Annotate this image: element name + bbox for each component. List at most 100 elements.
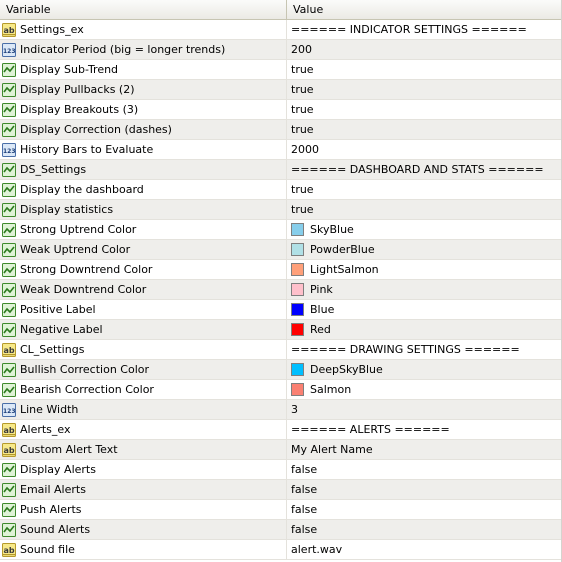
value-cell[interactable]: 3 bbox=[287, 400, 561, 419]
value-column-header[interactable]: Value bbox=[287, 0, 561, 19]
color-type-icon bbox=[2, 302, 16, 317]
value-cell[interactable]: true bbox=[287, 200, 561, 219]
value-cell[interactable]: ====== ALERTS ====== bbox=[287, 420, 561, 439]
input-row[interactable]: ab Custom Alert Text My Alert Name bbox=[0, 440, 561, 460]
variable-value[interactable]: Red bbox=[310, 323, 331, 336]
variable-value[interactable]: Pink bbox=[310, 283, 333, 296]
color-swatch[interactable] bbox=[291, 263, 304, 276]
value-cell[interactable]: LightSalmon bbox=[287, 260, 561, 279]
variable-value[interactable]: true bbox=[291, 63, 314, 76]
input-row[interactable]: Display Breakouts (3) true bbox=[0, 100, 561, 120]
variable-value[interactable]: 2000 bbox=[291, 143, 319, 156]
variable-value[interactable]: alert.wav bbox=[291, 543, 342, 556]
input-row[interactable]: 123 Indicator Period (big = longer trends… bbox=[0, 40, 561, 60]
input-row[interactable]: Email Alerts false bbox=[0, 480, 561, 500]
input-row[interactable]: ab Settings_ex ====== INDICATOR SETTINGS =… bbox=[0, 20, 561, 40]
value-cell[interactable]: false bbox=[287, 460, 561, 479]
input-row[interactable]: Display Correction (dashes) true bbox=[0, 120, 561, 140]
value-cell[interactable]: ====== DRAWING SETTINGS ====== bbox=[287, 340, 561, 359]
input-row[interactable]: Display the dashboard true bbox=[0, 180, 561, 200]
value-cell[interactable]: true bbox=[287, 120, 561, 139]
variable-value[interactable]: ====== DASHBOARD AND STATS ====== bbox=[291, 163, 544, 176]
value-cell[interactable]: true bbox=[287, 60, 561, 79]
input-row[interactable]: Bearish Correction Color Salmon bbox=[0, 380, 561, 400]
variable-value[interactable]: true bbox=[291, 183, 314, 196]
value-cell[interactable]: true bbox=[287, 80, 561, 99]
variable-value[interactable]: true bbox=[291, 123, 314, 136]
variable-name: Line Width bbox=[20, 403, 79, 416]
variable-value[interactable]: 200 bbox=[291, 43, 312, 56]
value-cell[interactable]: false bbox=[287, 500, 561, 519]
variable-value[interactable]: true bbox=[291, 83, 314, 96]
variable-value[interactable]: true bbox=[291, 203, 314, 216]
input-row[interactable]: Display Sub-Trend true bbox=[0, 60, 561, 80]
value-cell[interactable]: PowderBlue bbox=[287, 240, 561, 259]
variable-value[interactable]: LightSalmon bbox=[310, 263, 379, 276]
color-swatch[interactable] bbox=[291, 363, 304, 376]
input-row[interactable]: Sound Alerts false bbox=[0, 520, 561, 540]
color-swatch[interactable] bbox=[291, 303, 304, 316]
variable-value[interactable]: ====== DRAWING SETTINGS ====== bbox=[291, 343, 520, 356]
variable-value[interactable]: Salmon bbox=[310, 383, 351, 396]
variable-value[interactable]: DeepSkyBlue bbox=[310, 363, 383, 376]
value-cell[interactable]: Pink bbox=[287, 280, 561, 299]
value-cell[interactable]: true bbox=[287, 180, 561, 199]
value-cell[interactable]: false bbox=[287, 480, 561, 499]
value-cell[interactable]: My Alert Name bbox=[287, 440, 561, 459]
variable-column-header[interactable]: Variable bbox=[0, 0, 287, 19]
variable-value[interactable]: ====== INDICATOR SETTINGS ====== bbox=[291, 23, 527, 36]
color-type-icon bbox=[2, 322, 16, 337]
color-swatch[interactable] bbox=[291, 283, 304, 296]
value-cell[interactable]: 200 bbox=[287, 40, 561, 59]
variable-value[interactable]: ====== ALERTS ====== bbox=[291, 423, 450, 436]
value-cell[interactable]: alert.wav bbox=[287, 540, 561, 559]
value-cell[interactable]: Salmon bbox=[287, 380, 561, 399]
input-row[interactable]: 123 History Bars to Evaluate 2000 bbox=[0, 140, 561, 160]
color-swatch[interactable] bbox=[291, 243, 304, 256]
value-cell[interactable]: Red bbox=[287, 320, 561, 339]
input-row[interactable]: Push Alerts false bbox=[0, 500, 561, 520]
variable-value[interactable]: My Alert Name bbox=[291, 443, 373, 456]
input-row[interactable]: Display Alerts false bbox=[0, 460, 561, 480]
variable-value[interactable]: true bbox=[291, 103, 314, 116]
value-cell[interactable]: DeepSkyBlue bbox=[287, 360, 561, 379]
variable-value[interactable]: Blue bbox=[310, 303, 334, 316]
value-cell[interactable]: SkyBlue bbox=[287, 220, 561, 239]
input-row[interactable]: ab CL_Settings ====== DRAWING SETTINGS ===… bbox=[0, 340, 561, 360]
input-row[interactable]: Weak Uptrend Color PowderBlue bbox=[0, 240, 561, 260]
variable-value[interactable]: false bbox=[291, 503, 317, 516]
value-cell[interactable]: false bbox=[287, 520, 561, 539]
value-cell[interactable]: ====== DASHBOARD AND STATS ====== bbox=[287, 160, 561, 179]
input-row[interactable]: 123 Line Width 3 bbox=[0, 400, 561, 420]
color-swatch[interactable] bbox=[291, 223, 304, 236]
input-row[interactable]: Display Pullbacks (2) true bbox=[0, 80, 561, 100]
input-row[interactable]: Positive Label Blue bbox=[0, 300, 561, 320]
value-cell[interactable]: true bbox=[287, 100, 561, 119]
input-row[interactable]: Strong Uptrend Color SkyBlue bbox=[0, 220, 561, 240]
value-cell[interactable]: 2000 bbox=[287, 140, 561, 159]
input-row[interactable]: Strong Downtrend Color LightSalmon bbox=[0, 260, 561, 280]
input-row[interactable]: Display statistics true bbox=[0, 200, 561, 220]
color-type-icon bbox=[2, 222, 16, 237]
input-row[interactable]: ab Alerts_ex ====== ALERTS ====== bbox=[0, 420, 561, 440]
variable-cell: Sound Alerts bbox=[0, 520, 287, 539]
value-cell[interactable]: ====== INDICATOR SETTINGS ====== bbox=[287, 20, 561, 39]
color-swatch[interactable] bbox=[291, 383, 304, 396]
variable-value[interactable]: false bbox=[291, 523, 317, 536]
input-row[interactable]: Bullish Correction Color DeepSkyBlue bbox=[0, 360, 561, 380]
color-swatch[interactable] bbox=[291, 323, 304, 336]
variable-value[interactable]: 3 bbox=[291, 403, 298, 416]
bool-type-icon bbox=[2, 102, 16, 117]
variable-value[interactable]: false bbox=[291, 463, 317, 476]
input-row[interactable]: ab Sound file alert.wav bbox=[0, 540, 561, 560]
variable-value[interactable]: SkyBlue bbox=[310, 223, 354, 236]
input-row[interactable]: Weak Downtrend Color Pink bbox=[0, 280, 561, 300]
variable-name: Strong Downtrend Color bbox=[20, 263, 153, 276]
value-cell[interactable]: Blue bbox=[287, 300, 561, 319]
variable-name: Display Breakouts (3) bbox=[20, 103, 139, 116]
variable-value[interactable]: PowderBlue bbox=[310, 243, 375, 256]
variable-value[interactable]: false bbox=[291, 483, 317, 496]
input-row[interactable]: DS_Settings ====== DASHBOARD AND STATS ==… bbox=[0, 160, 561, 180]
string-type-icon: ab bbox=[2, 422, 16, 437]
input-row[interactable]: Negative Label Red bbox=[0, 320, 561, 340]
